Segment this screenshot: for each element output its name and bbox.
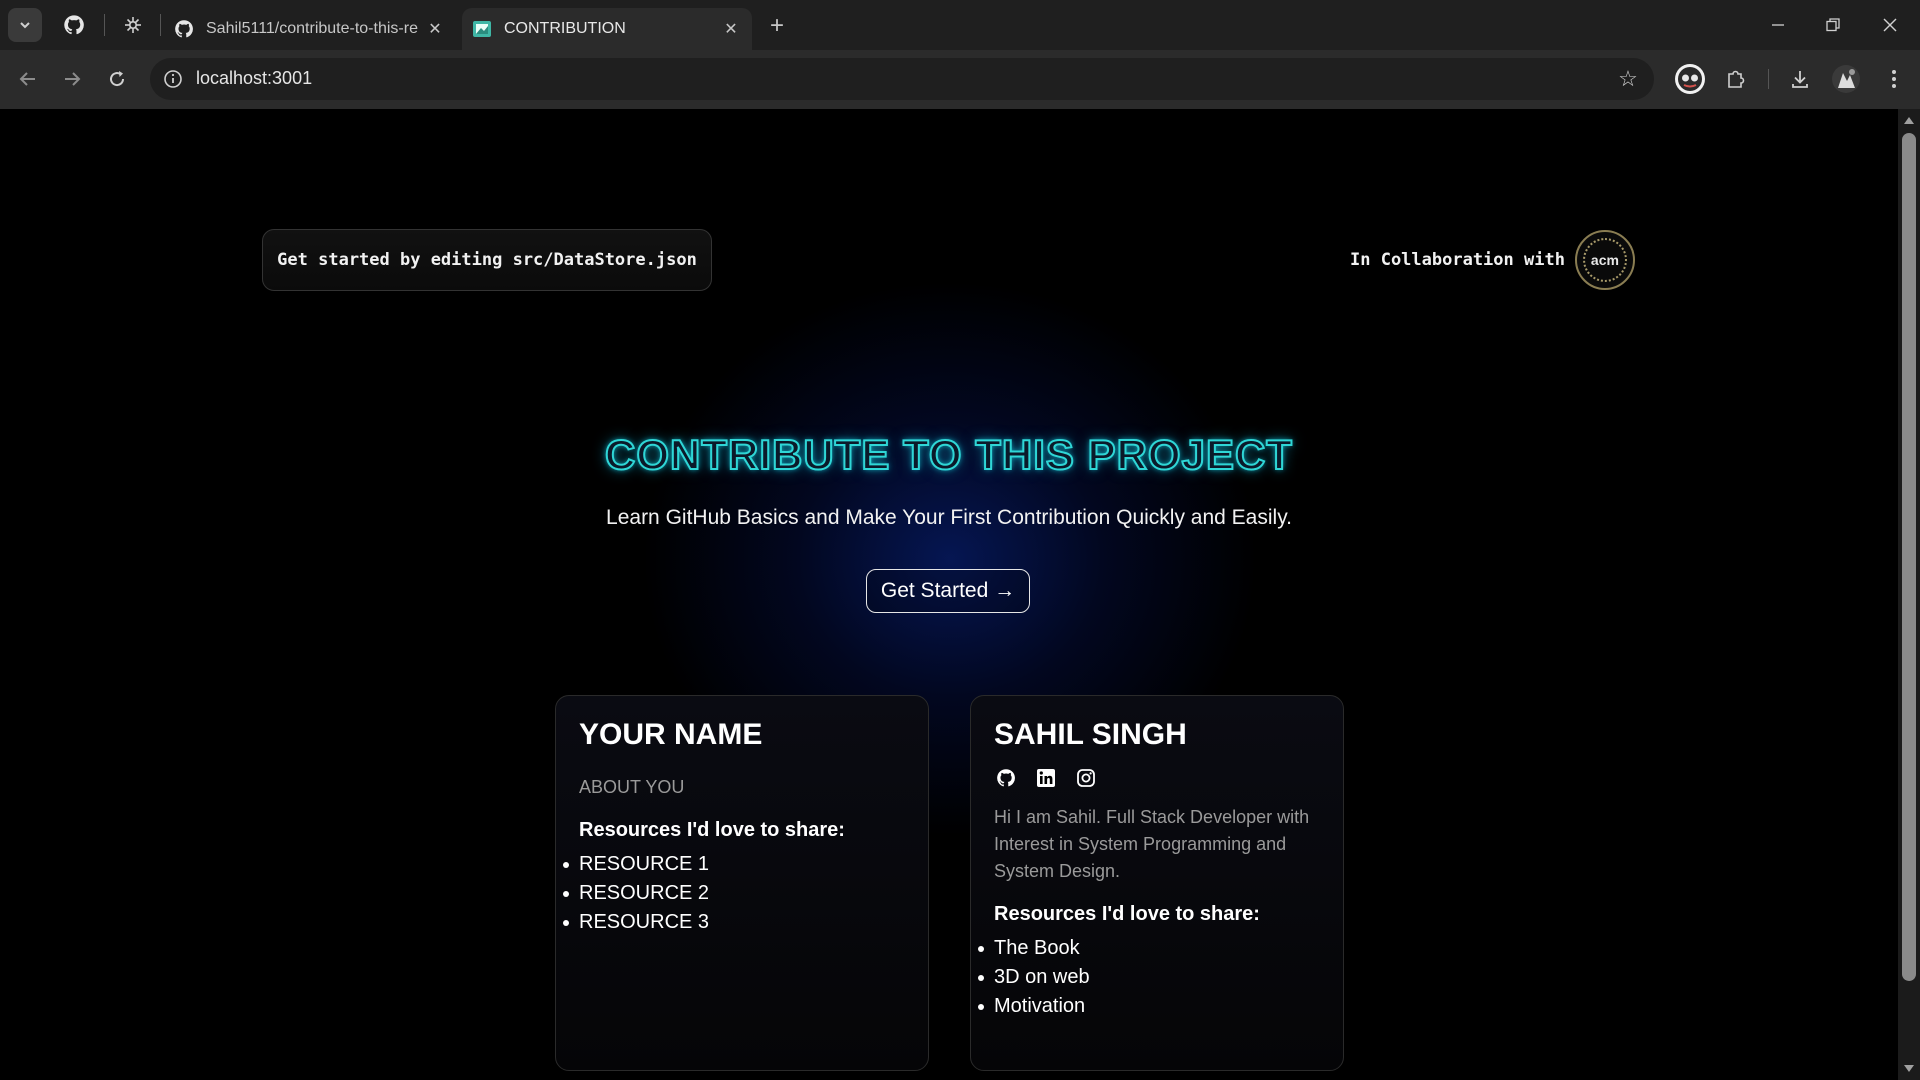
hint-file: src/DataStore.json: [512, 250, 697, 270]
browser-menu-button[interactable]: [1875, 60, 1913, 98]
page-scrollbar[interactable]: [1898, 109, 1920, 1080]
resource-item[interactable]: Motivation: [978, 992, 1320, 1021]
kebab-menu-icon: [1892, 70, 1896, 88]
close-tab-icon[interactable]: ✕: [720, 18, 742, 40]
acm-logo-ring: acm: [1582, 238, 1627, 282]
close-icon: [1883, 18, 1897, 32]
puzzle-icon: [1728, 70, 1745, 88]
tab-separator: [160, 14, 161, 36]
instagram-icon[interactable]: [1074, 766, 1098, 790]
reload-icon: [110, 71, 125, 87]
resource-item[interactable]: RESOURCE 3: [563, 908, 905, 937]
forward-button[interactable]: [55, 62, 89, 96]
address-bar[interactable]: localhost:3001 ☆: [150, 58, 1654, 100]
minimize-button[interactable]: [1758, 8, 1798, 42]
scrollbar-thumb[interactable]: [1902, 133, 1916, 981]
site-favicon-icon: [473, 21, 491, 37]
tab-title: CONTRIBUTION: [504, 20, 626, 37]
page-subtitle: Learn GitHub Basics and Make Your First …: [606, 506, 1292, 529]
acm-logo[interactable]: acm: [1574, 230, 1635, 290]
new-tab-button[interactable]: +: [760, 9, 794, 43]
get-started-button[interactable]: Get Started →: [866, 569, 1030, 613]
minimize-icon: [1772, 24, 1784, 26]
resources-list: RESOURCE 1 RESOURCE 2 RESOURCE 3: [563, 850, 905, 937]
pinned-tab-github[interactable]: [57, 8, 91, 42]
restore-button[interactable]: [1813, 8, 1853, 42]
tab-title: Sahil5111/contribute-to-this-re: [206, 20, 418, 37]
scroll-down-arrow-icon[interactable]: [1904, 1065, 1914, 1072]
contributor-card: YOUR NAME ABOUT YOU Resources I'd love t…: [555, 695, 929, 1071]
download-icon: [1792, 71, 1808, 88]
acm-logo-text: acm: [1590, 252, 1619, 268]
hint-prefix: Get started by editing: [277, 250, 513, 270]
getting-started-hint: Get started by editing src/DataStore.jso…: [262, 229, 712, 291]
downloads-button[interactable]: [1781, 60, 1819, 98]
pinned-tab-extension[interactable]: [116, 8, 150, 42]
linkedin-icon[interactable]: [1034, 766, 1058, 790]
contributor-name: YOUR NAME: [579, 718, 763, 751]
bookmark-star-icon[interactable]: ☆: [1616, 66, 1640, 91]
back-button[interactable]: [11, 62, 45, 96]
collab-text: In Collaboration with: [1350, 250, 1565, 270]
resources-heading: Resources I'd love to share:: [579, 819, 845, 841]
sparkle-icon: [125, 17, 141, 33]
github-icon: [175, 20, 193, 38]
tab-contribution[interactable]: CONTRIBUTION ✕: [462, 8, 752, 50]
tab-strip: Sahil5111/contribute-to-this-re ✕ CONTRI…: [0, 0, 1920, 50]
extensions-button[interactable]: [1717, 60, 1755, 98]
resources-heading: Resources I'd love to share:: [994, 903, 1260, 925]
resource-item[interactable]: The Book: [978, 934, 1320, 963]
close-tab-icon[interactable]: ✕: [424, 18, 446, 40]
tab-github-repo[interactable]: Sahil5111/contribute-to-this-re ✕: [166, 8, 456, 50]
avatar-icon: [1675, 64, 1705, 94]
tab-search-button[interactable]: [8, 8, 42, 42]
resources-list: The Book 3D on web Motivation: [978, 934, 1320, 1021]
toolbar-separator: [1768, 69, 1769, 89]
page-title: CONTRIBUTE TO THIS PROJECT: [604, 430, 1293, 479]
tab-separator: [104, 14, 105, 36]
contributor-name: SAHIL SINGH: [994, 718, 1187, 751]
contributor-about: ABOUT YOU: [579, 777, 685, 797]
contributor-card: SAHIL SINGH Hi I am Sahil. Full Stack De…: [970, 695, 1344, 1071]
reload-button[interactable]: [100, 62, 134, 96]
github-icon: [64, 15, 84, 35]
profile-avatar-button[interactable]: [1671, 60, 1709, 98]
page-viewport: Get started by editing src/DataStore.jso…: [0, 109, 1898, 1080]
resource-item[interactable]: RESOURCE 2: [563, 879, 905, 908]
social-links: [994, 766, 1320, 790]
url-text: localhost:3001: [196, 68, 313, 88]
close-window-button[interactable]: [1870, 8, 1910, 42]
account-button[interactable]: [1827, 60, 1865, 98]
arrow-left-icon: [19, 72, 35, 86]
github-icon[interactable]: [994, 766, 1018, 790]
scroll-up-arrow-icon[interactable]: [1904, 117, 1914, 124]
collaboration-credit[interactable]: In Collaboration with acm: [1350, 228, 1635, 292]
site-info-icon[interactable]: [162, 68, 184, 90]
arrow-right-icon: [65, 72, 81, 86]
resource-item[interactable]: 3D on web: [978, 963, 1320, 992]
resource-item[interactable]: RESOURCE 1: [563, 850, 905, 879]
chevron-down-icon: [20, 22, 30, 29]
contributor-about: Hi I am Sahil. Full Stack Developer with…: [994, 807, 1310, 881]
restore-icon: [1826, 18, 1840, 32]
account-avatar-icon: [1832, 65, 1860, 93]
